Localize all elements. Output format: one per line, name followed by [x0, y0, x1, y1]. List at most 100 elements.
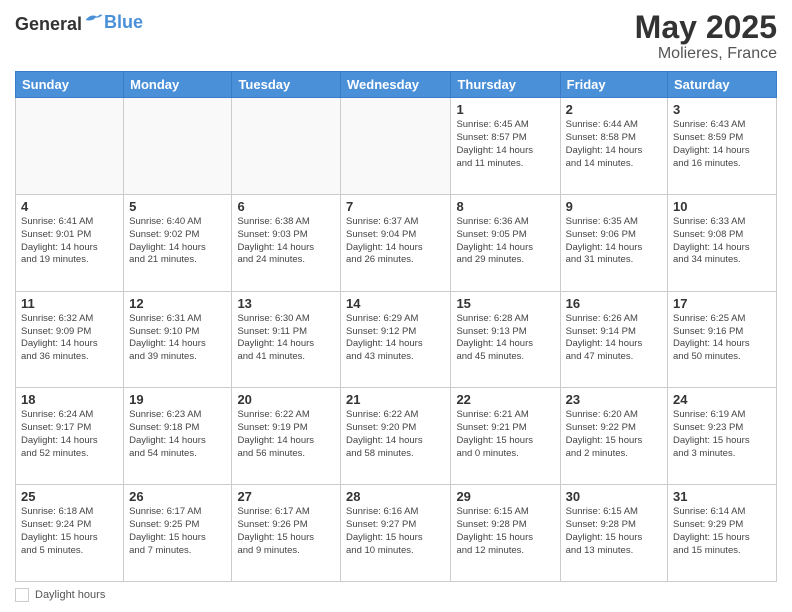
col-wednesday: Wednesday [341, 72, 451, 98]
day-number: 28 [346, 489, 445, 504]
day-info: Sunrise: 6:36 AM Sunset: 9:05 PM Dayligh… [456, 216, 554, 267]
calendar-cell: 16Sunrise: 6:26 AM Sunset: 9:14 PM Dayli… [560, 291, 667, 388]
page: General Blue May 2025 Molieres, France S… [0, 0, 792, 612]
calendar-cell: 23 Sunrise: 6:20 AM Sunset: 9:22 PM Dayli… [560, 388, 667, 485]
calendar-cell: 13Sunrise: 6:30 AM Sunset: 9:11 PM Dayli… [232, 291, 341, 388]
header: General Blue May 2025 Molieres, France [15, 10, 777, 63]
calendar-cell: 18 Sunrise: 6:24 AM Sunset: 9:17 PM Dayli… [16, 388, 124, 485]
day-number: 25 [21, 489, 118, 504]
day-number: 14 [346, 296, 445, 311]
day-number: 31 [673, 489, 771, 504]
day-info: Sunrise: 6:28 AM Sunset: 9:13 PM Dayligh… [456, 313, 554, 364]
calendar-cell: 10Sunrise: 6:33 AM Sunset: 9:08 PM Dayli… [668, 194, 777, 291]
calendar-cell: 17 Sunrise: 6:25 AM Sunset: 9:16 PM Dayli… [668, 291, 777, 388]
day-number: 2 [566, 102, 662, 117]
calendar-cell: 4Sunrise: 6:41 AM Sunset: 9:01 PM Daylig… [16, 194, 124, 291]
day-number: 30 [566, 489, 662, 504]
day-info: Sunrise: 6:17 AM Sunset: 9:25 PM Dayligh… [129, 506, 226, 557]
calendar-cell: 20 Sunrise: 6:22 AM Sunset: 9:19 PM Dayli… [232, 388, 341, 485]
calendar-cell: 26 Sunrise: 6:17 AM Sunset: 9:25 PM Dayli… [124, 485, 232, 582]
day-number: 3 [673, 102, 771, 117]
day-info: Sunrise: 6:25 AM Sunset: 9:16 PM Dayligh… [673, 313, 771, 364]
day-number: 22 [456, 392, 554, 407]
calendar: Sunday Monday Tuesday Wednesday Thursday… [15, 71, 777, 582]
day-info: Sunrise: 6:16 AM Sunset: 9:27 PM Dayligh… [346, 506, 445, 557]
calendar-cell: 9Sunrise: 6:35 AM Sunset: 9:06 PM Daylig… [560, 194, 667, 291]
day-info: Sunrise: 6:44 AM Sunset: 8:58 PM Dayligh… [566, 119, 662, 170]
day-number: 7 [346, 199, 445, 214]
day-info: Sunrise: 6:18 AM Sunset: 9:24 PM Dayligh… [21, 506, 118, 557]
day-info: Sunrise: 6:40 AM Sunset: 9:02 PM Dayligh… [129, 216, 226, 267]
day-number: 8 [456, 199, 554, 214]
calendar-cell: 22 Sunrise: 6:21 AM Sunset: 9:21 PM Dayli… [451, 388, 560, 485]
day-number: 13 [237, 296, 335, 311]
week-row-5: 25 Sunrise: 6:18 AM Sunset: 9:24 PM Dayli… [16, 485, 777, 582]
logo: General Blue [15, 10, 143, 35]
title-block: May 2025 Molieres, France [635, 10, 777, 63]
day-info: Sunrise: 6:24 AM Sunset: 9:17 PM Dayligh… [21, 409, 118, 460]
col-sunday: Sunday [16, 72, 124, 98]
logo-blue-text: Blue [104, 12, 143, 32]
day-number: 4 [21, 199, 118, 214]
day-info: Sunrise: 6:37 AM Sunset: 9:04 PM Dayligh… [346, 216, 445, 267]
calendar-cell: 28 Sunrise: 6:16 AM Sunset: 9:27 PM Dayli… [341, 485, 451, 582]
calendar-cell: 29Sunrise: 6:15 AM Sunset: 9:28 PM Dayli… [451, 485, 560, 582]
day-info: Sunrise: 6:21 AM Sunset: 9:21 PM Dayligh… [456, 409, 554, 460]
col-friday: Friday [560, 72, 667, 98]
day-number: 5 [129, 199, 226, 214]
day-info: Sunrise: 6:15 AM Sunset: 9:28 PM Dayligh… [566, 506, 662, 557]
week-row-1: 1 Sunrise: 6:45 AM Sunset: 8:57 PM Daylig… [16, 98, 777, 195]
day-info: Sunrise: 6:20 AM Sunset: 9:22 PM Dayligh… [566, 409, 662, 460]
day-number: 21 [346, 392, 445, 407]
day-number: 15 [456, 296, 554, 311]
calendar-cell: 8 Sunrise: 6:36 AM Sunset: 9:05 PM Daylig… [451, 194, 560, 291]
day-number: 10 [673, 199, 771, 214]
calendar-cell: 3 Sunrise: 6:43 AM Sunset: 8:59 PM Daylig… [668, 98, 777, 195]
day-number: 26 [129, 489, 226, 504]
calendar-cell [16, 98, 124, 195]
calendar-cell: 21 Sunrise: 6:22 AM Sunset: 9:20 PM Dayli… [341, 388, 451, 485]
calendar-cell: 6 Sunrise: 6:38 AM Sunset: 9:03 PM Daylig… [232, 194, 341, 291]
daylight-legend-box [15, 588, 29, 602]
calendar-cell: 15 Sunrise: 6:28 AM Sunset: 9:13 PM Dayli… [451, 291, 560, 388]
col-thursday: Thursday [451, 72, 560, 98]
day-info: Sunrise: 6:19 AM Sunset: 9:23 PM Dayligh… [673, 409, 771, 460]
logo-bird-icon [84, 10, 104, 30]
calendar-cell [341, 98, 451, 195]
day-info: Sunrise: 6:38 AM Sunset: 9:03 PM Dayligh… [237, 216, 335, 267]
daylight-label: Daylight hours [35, 589, 105, 601]
day-info: Sunrise: 6:14 AM Sunset: 9:29 PM Dayligh… [673, 506, 771, 557]
day-info: Sunrise: 6:29 AM Sunset: 9:12 PM Dayligh… [346, 313, 445, 364]
day-info: Sunrise: 6:22 AM Sunset: 9:19 PM Dayligh… [237, 409, 335, 460]
day-number: 18 [21, 392, 118, 407]
calendar-cell: 30 Sunrise: 6:15 AM Sunset: 9:28 PM Dayli… [560, 485, 667, 582]
day-info: Sunrise: 6:43 AM Sunset: 8:59 PM Dayligh… [673, 119, 771, 170]
day-info: Sunrise: 6:45 AM Sunset: 8:57 PM Dayligh… [456, 119, 554, 170]
day-number: 24 [673, 392, 771, 407]
calendar-cell: 7 Sunrise: 6:37 AM Sunset: 9:04 PM Daylig… [341, 194, 451, 291]
day-info: Sunrise: 6:35 AM Sunset: 9:06 PM Dayligh… [566, 216, 662, 267]
calendar-cell: 31 Sunrise: 6:14 AM Sunset: 9:29 PM Dayli… [668, 485, 777, 582]
day-number: 20 [237, 392, 335, 407]
day-info: Sunrise: 6:26 AM Sunset: 9:14 PM Dayligh… [566, 313, 662, 364]
day-number: 17 [673, 296, 771, 311]
day-number: 23 [566, 392, 662, 407]
day-number: 11 [21, 296, 118, 311]
week-row-3: 11Sunrise: 6:32 AM Sunset: 9:09 PM Dayli… [16, 291, 777, 388]
calendar-cell: 25 Sunrise: 6:18 AM Sunset: 9:24 PM Dayli… [16, 485, 124, 582]
calendar-cell: 2 Sunrise: 6:44 AM Sunset: 8:58 PM Daylig… [560, 98, 667, 195]
day-number: 1 [456, 102, 554, 117]
day-number: 29 [456, 489, 554, 504]
col-tuesday: Tuesday [232, 72, 341, 98]
day-info: Sunrise: 6:22 AM Sunset: 9:20 PM Dayligh… [346, 409, 445, 460]
col-saturday: Saturday [668, 72, 777, 98]
day-number: 6 [237, 199, 335, 214]
day-info: Sunrise: 6:17 AM Sunset: 9:26 PM Dayligh… [237, 506, 335, 557]
calendar-cell [232, 98, 341, 195]
calendar-cell: 5 Sunrise: 6:40 AM Sunset: 9:02 PM Daylig… [124, 194, 232, 291]
day-info: Sunrise: 6:23 AM Sunset: 9:18 PM Dayligh… [129, 409, 226, 460]
col-monday: Monday [124, 72, 232, 98]
calendar-header-row: Sunday Monday Tuesday Wednesday Thursday… [16, 72, 777, 98]
day-number: 27 [237, 489, 335, 504]
week-row-4: 18 Sunrise: 6:24 AM Sunset: 9:17 PM Dayli… [16, 388, 777, 485]
